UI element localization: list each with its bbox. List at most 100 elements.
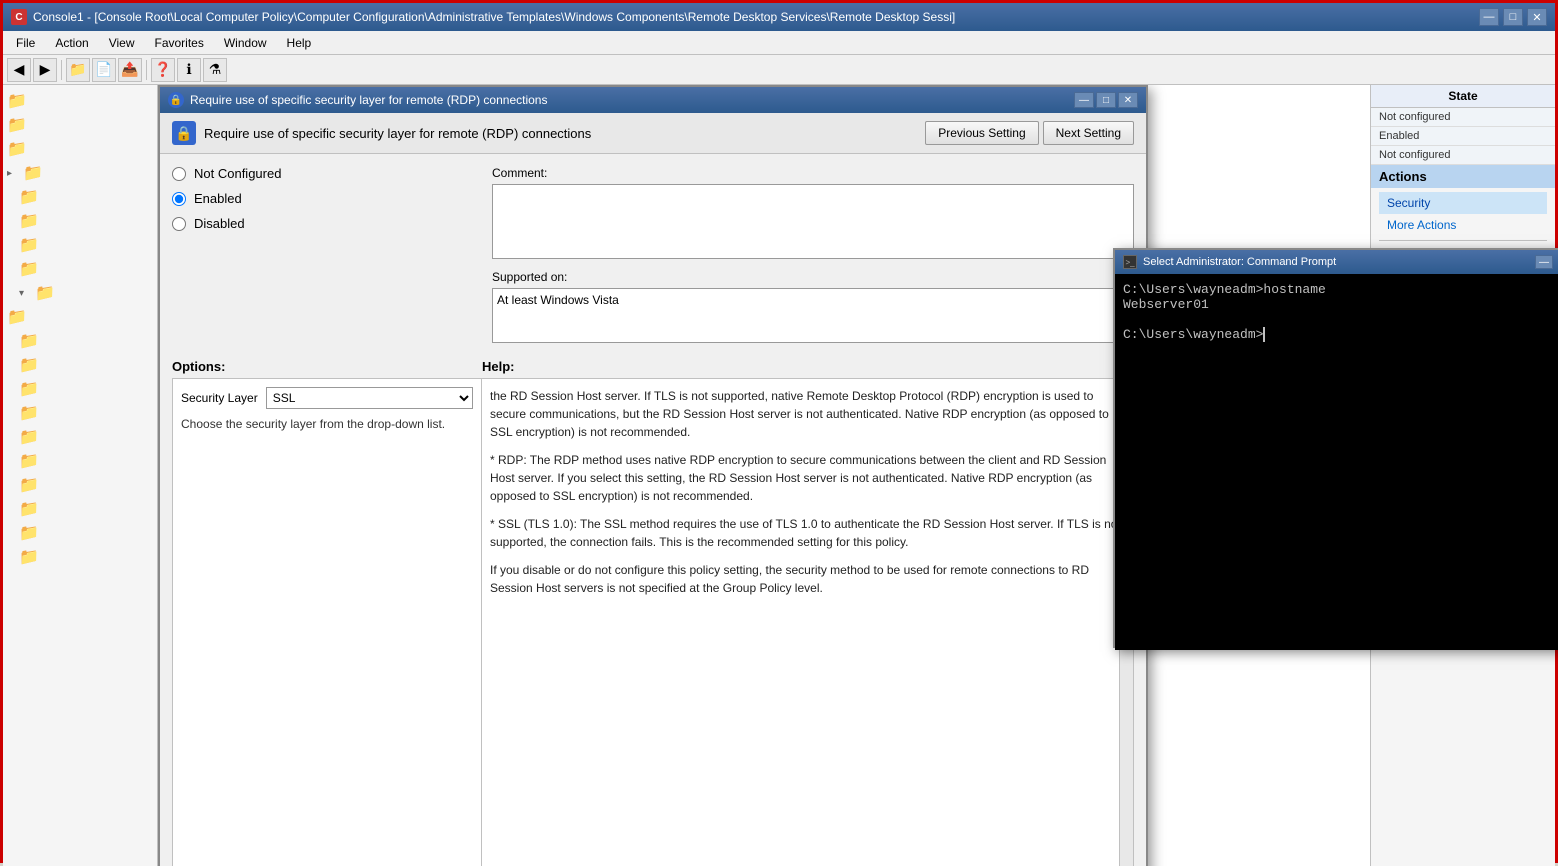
sidebar-item-6[interactable]: 📁 — [15, 209, 157, 233]
menu-view[interactable]: View — [100, 33, 144, 53]
help-text: the RD Session Host server. If TLS is no… — [490, 387, 1125, 597]
main-layout: 📁 📁 📁 ▸ 📁 📁 📁 📁 📁 ▾ 📁 📁 — [3, 85, 1555, 866]
radio-disabled[interactable]: Disabled — [172, 216, 472, 231]
sidebar-item-18[interactable]: 📁 — [15, 497, 157, 521]
restore-button[interactable]: □ — [1503, 8, 1523, 26]
sidebar-item-12[interactable]: 📁 — [15, 353, 157, 377]
cmd-body: C:\Users\wayneadm>hostname Webserver01 C… — [1115, 274, 1558, 650]
actions-security[interactable]: Security — [1379, 192, 1547, 214]
menu-favorites[interactable]: Favorites — [146, 33, 213, 53]
title-bar: C Console1 - [Console Root\Local Compute… — [3, 3, 1555, 31]
nav-buttons: Previous Setting Next Setting — [925, 121, 1134, 145]
back-button[interactable]: ◀ — [7, 58, 31, 82]
help-para-3: * SSL (TLS 1.0): The SSL method requires… — [490, 515, 1125, 551]
radio-enabled-input[interactable] — [172, 192, 186, 206]
cmd-title-bar: >_ Select Administrator: Command Prompt … — [1115, 250, 1558, 274]
cmd-line-4: C:\Users\wayneadm> — [1123, 327, 1553, 342]
sidebar-item-17[interactable]: 📁 — [15, 473, 157, 497]
filter-button[interactable]: ⚗ — [203, 58, 227, 82]
dialog-body: Not Configured Enabled Disabled — [160, 154, 1146, 355]
comment-textarea[interactable] — [492, 184, 1134, 259]
radio-disabled-input[interactable] — [172, 217, 186, 231]
radio-not-configured[interactable]: Not Configured — [172, 166, 472, 181]
policy-icon: 🔒 — [172, 121, 196, 145]
config-area: Not Configured Enabled Disabled — [172, 166, 472, 343]
toolbar-sep-1 — [61, 60, 62, 80]
dialog-close-btn[interactable]: ✕ — [1118, 92, 1138, 108]
radio-enabled-label: Enabled — [194, 191, 242, 206]
actions-more[interactable]: More Actions — [1379, 214, 1547, 236]
sidebar-item-4[interactable]: ▸ 📁 — [3, 161, 157, 185]
help-para-1: the RD Session Host server. If TLS is no… — [490, 387, 1125, 441]
sidebar-item-15[interactable]: 📁 — [15, 425, 157, 449]
about-button[interactable]: ℹ — [177, 58, 201, 82]
comment-label: Comment: — [492, 166, 1134, 180]
policy-dialog: 🔒 Require use of specific security layer… — [158, 85, 1148, 866]
sidebar-item-9[interactable]: ▾ 📁 — [15, 281, 157, 305]
folder-icon-3: 📁 — [7, 139, 27, 159]
sidebar-item-16[interactable]: 📁 — [15, 449, 157, 473]
dialog-header: 🔒 Require use of specific security layer… — [160, 113, 1146, 154]
sidebar-item-19[interactable]: 📁 — [15, 521, 157, 545]
radio-enabled[interactable]: Enabled — [172, 191, 472, 206]
dialog-minimize-btn[interactable]: — — [1074, 92, 1094, 108]
menu-help[interactable]: Help — [278, 33, 321, 53]
forward-button[interactable]: ▶ — [33, 58, 57, 82]
folder-icon-2: 📁 — [7, 115, 27, 135]
security-layer-select[interactable]: RDP Negotiate SSL — [266, 387, 473, 409]
help-para-2: * RDP: The RDP method uses native RDP en… — [490, 451, 1125, 505]
sidebar-item-13[interactable]: 📁 — [15, 377, 157, 401]
menu-file[interactable]: File — [7, 33, 44, 53]
sidebar-item-1[interactable]: 📁 — [3, 89, 157, 113]
options-section: Security Layer RDP Negotiate SSL Choose … — [172, 378, 482, 866]
dialog-header-title: Require use of specific security layer f… — [204, 126, 591, 141]
export-button[interactable]: 📤 — [118, 58, 142, 82]
folder-icon-1: 📁 — [7, 91, 27, 111]
security-layer-label: Security Layer — [181, 391, 258, 405]
dialog-maximize-btn[interactable]: □ — [1096, 92, 1116, 108]
cmd-line-3 — [1123, 312, 1553, 327]
menu-bar: File Action View Favorites Window Help — [3, 31, 1555, 55]
sidebar-item-10[interactable]: 📁 — [3, 305, 157, 329]
sidebar: 📁 📁 📁 ▸ 📁 📁 📁 📁 📁 ▾ 📁 📁 — [3, 85, 158, 866]
prev-setting-button[interactable]: Previous Setting — [925, 121, 1038, 145]
state-row-1: Not configured — [1371, 108, 1555, 127]
sidebar-item-14[interactable]: 📁 — [15, 401, 157, 425]
actions-title: Actions — [1371, 165, 1555, 188]
sidebar-item-20[interactable]: 📁 — [15, 545, 157, 569]
minimize-button[interactable]: — — [1479, 8, 1499, 26]
sidebar-item-8[interactable]: 📁 — [15, 257, 157, 281]
help-button[interactable]: ❓ — [151, 58, 175, 82]
cmd-title-text: Select Administrator: Command Prompt — [1143, 256, 1336, 268]
folder-icon-7: 📁 — [19, 235, 39, 255]
sidebar-item-5[interactable]: 📁 — [15, 185, 157, 209]
menu-window[interactable]: Window — [215, 33, 276, 53]
cmd-minimize-btn[interactable]: — — [1535, 255, 1553, 269]
folder-icon-17: 📁 — [19, 475, 39, 495]
comment-supported-area: Comment: Supported on: At least Windows … — [492, 166, 1134, 343]
menu-action[interactable]: Action — [46, 33, 97, 53]
cmd-line-2: Webserver01 — [1123, 297, 1553, 312]
help-section-label: Help: — [482, 359, 1134, 374]
cmd-line-1: C:\Users\wayneadm>hostname — [1123, 282, 1553, 297]
sidebar-item-11[interactable]: 📁 — [15, 329, 157, 353]
expand-arrow-9: ▾ — [19, 288, 31, 299]
state-row-2: Enabled — [1371, 127, 1555, 146]
dialog-title-text: Require use of specific security layer f… — [190, 93, 547, 107]
close-button[interactable]: ✕ — [1527, 8, 1547, 26]
show-hide-button[interactable]: 📄 — [92, 58, 116, 82]
folder-icon-14: 📁 — [19, 403, 39, 423]
folder-icon-6: 📁 — [19, 211, 39, 231]
folder-icon-15: 📁 — [19, 427, 39, 447]
state-row-3: Not configured — [1371, 146, 1555, 165]
sidebar-item-3[interactable]: 📁 — [3, 137, 157, 161]
sidebar-item-7[interactable]: 📁 — [15, 233, 157, 257]
up-button[interactable]: 📁 — [66, 58, 90, 82]
toolbar-sep-2 — [146, 60, 147, 80]
next-setting-button[interactable]: Next Setting — [1043, 121, 1134, 145]
folder-icon-5: 📁 — [19, 187, 39, 207]
sidebar-item-2[interactable]: 📁 — [3, 113, 157, 137]
dialog-title-icon: 🔒 — [168, 92, 184, 108]
radio-not-configured-input[interactable] — [172, 167, 186, 181]
dialog-title-bar: 🔒 Require use of specific security layer… — [160, 87, 1146, 113]
